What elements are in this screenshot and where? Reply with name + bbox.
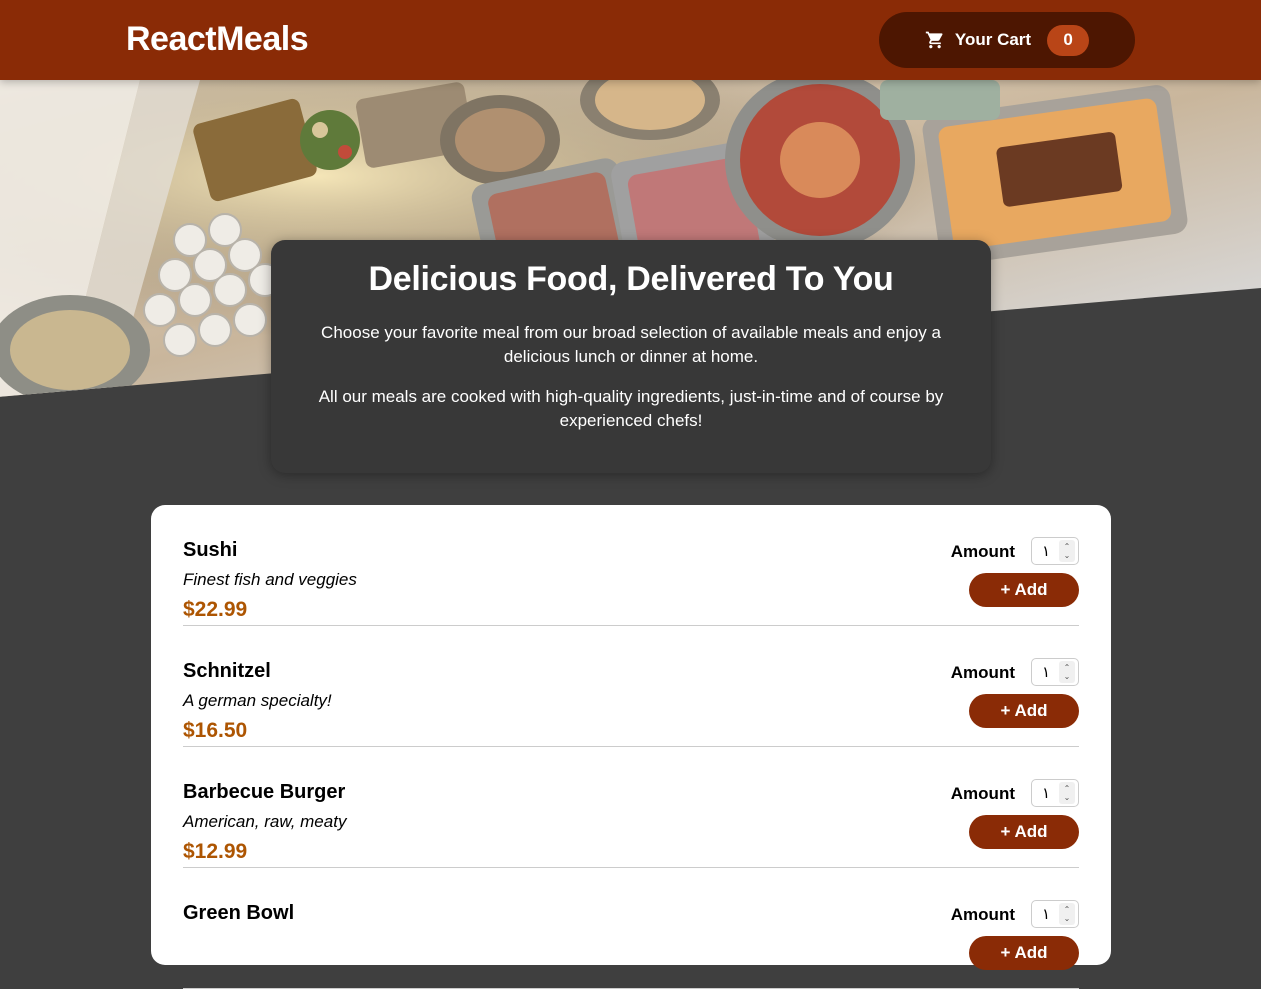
meal-description: A german specialty! xyxy=(183,691,332,710)
amount-input[interactable]: ١ ⌃ ⌄ xyxy=(1031,658,1079,686)
summary-title: Delicious Food, Delivered To You xyxy=(368,260,894,298)
summary-paragraph: All our meals are cooked with high-quali… xyxy=(318,387,944,430)
cart-button[interactable]: Your Cart 0 xyxy=(879,12,1135,68)
amount-input[interactable]: ١ ⌃ ⌄ xyxy=(1031,779,1079,807)
add-button[interactable]: + Add xyxy=(969,936,1079,970)
cart-icon xyxy=(925,30,945,50)
meal-item: Sushi Finest fish and veggies $22.99 Amo… xyxy=(183,505,1079,626)
meal-price: $12.99 xyxy=(183,840,248,863)
spinner-icon[interactable]: ⌃ ⌄ xyxy=(1059,903,1075,925)
meal-price: $16.50 xyxy=(183,719,248,742)
meal-item: Schnitzel A german specialty! $16.50 Amo… xyxy=(183,626,1079,747)
meal-name: Schnitzel xyxy=(183,660,271,682)
spinner-icon[interactable]: ⌃ ⌄ xyxy=(1059,661,1075,683)
meals-list: Sushi Finest fish and veggies $22.99 Amo… xyxy=(151,505,1111,989)
amount-input[interactable]: ١ ⌃ ⌄ xyxy=(1031,900,1079,928)
amount-input[interactable]: ١ ⌃ ⌄ xyxy=(1031,537,1079,565)
meal-item: Green Bowl Amount ١ ⌃ ⌄ + Add xyxy=(183,868,1079,989)
amount-value: ١ xyxy=(1042,664,1051,681)
spinner-icon[interactable]: ⌃ ⌄ xyxy=(1059,782,1075,804)
meal-name: Sushi xyxy=(183,539,238,561)
meal-name: Barbecue Burger xyxy=(183,781,346,803)
add-button[interactable]: + Add xyxy=(969,573,1079,607)
amount-label: Amount xyxy=(950,905,1015,924)
spinner-icon[interactable]: ⌃ ⌄ xyxy=(1059,540,1075,562)
amount-value: ١ xyxy=(1042,785,1051,802)
brand-title: ReactMeals xyxy=(126,20,309,58)
meal-price: $22.99 xyxy=(183,598,248,621)
amount-label: Amount xyxy=(950,784,1015,803)
meal-description: American, raw, meaty xyxy=(183,812,347,831)
amount-label: Amount xyxy=(950,542,1015,561)
add-button[interactable]: + Add xyxy=(969,815,1079,849)
amount-value: ١ xyxy=(1042,543,1051,560)
meal-description: Finest fish and veggies xyxy=(183,570,357,589)
meal-name: Green Bowl xyxy=(183,902,295,924)
summary-paragraph: Choose your favorite meal from our broad… xyxy=(321,323,941,366)
app-header: ReactMeals Your Cart 0 xyxy=(0,0,1261,80)
add-button[interactable]: + Add xyxy=(969,694,1079,728)
cart-label: Your Cart xyxy=(954,30,1032,49)
cart-count-badge: 0 xyxy=(1047,24,1090,56)
amount-label: Amount xyxy=(950,663,1015,682)
meal-item: Barbecue Burger American, raw, meaty $12… xyxy=(183,747,1079,868)
meals-summary: Delicious Food, Delivered To You Choose … xyxy=(271,240,991,473)
amount-value: ١ xyxy=(1042,906,1051,923)
